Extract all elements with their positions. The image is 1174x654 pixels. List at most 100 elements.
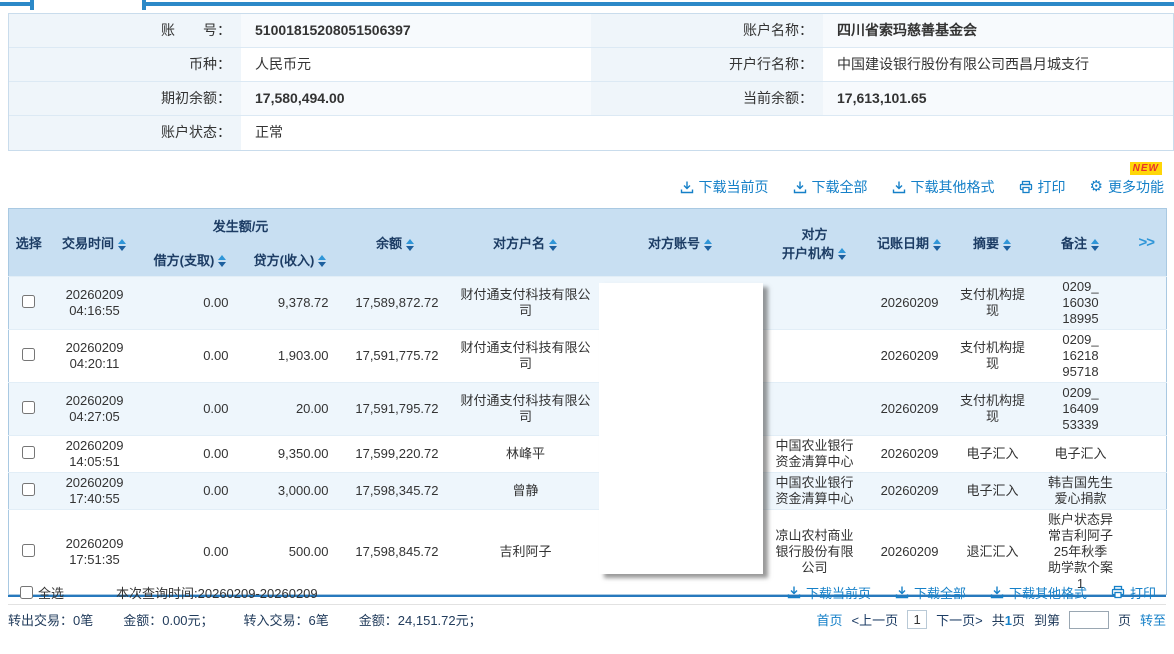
column-header-book-date[interactable]: 记账日期 xyxy=(869,209,951,277)
table-row: 2026020904:20:11 0.00 1,903.00 17,591,77… xyxy=(9,330,1167,383)
download-current-page-link[interactable]: 下载当前页 xyxy=(787,583,871,602)
sort-arrows-icon[interactable] xyxy=(118,239,127,251)
query-time: 本次查询时间:20260209-20260209 xyxy=(116,583,318,602)
outgoing-amount: 金额：0.00元； xyxy=(123,610,213,629)
printer-icon xyxy=(1111,585,1125,599)
download-current-page-link[interactable]: 下载当前页 xyxy=(680,177,769,197)
table-row: 2026020914:05:51 0.00 9,350.00 17,599,22… xyxy=(9,436,1167,473)
tab-strip xyxy=(0,0,1174,10)
download-all-link[interactable]: 下载全部 xyxy=(793,177,868,197)
column-header-summary[interactable]: 摘要 xyxy=(951,209,1035,277)
column-header-time[interactable]: 交易时间 xyxy=(49,209,141,277)
sort-arrows-icon[interactable] xyxy=(838,248,847,260)
select-all-checkbox[interactable] xyxy=(20,586,33,599)
account-info-row: 期初余额： 17,580,494.00 当前余额： 17,613,101.65 xyxy=(9,82,1173,116)
column-header-remark[interactable]: 备注 xyxy=(1035,209,1127,277)
sort-arrows-icon[interactable] xyxy=(406,239,415,251)
sort-arrows-icon[interactable] xyxy=(1003,239,1012,251)
account-info-row: 账户状态： 正常 xyxy=(9,116,1173,150)
table-row: 2026020917:40:55 0.00 3,000.00 17,598,34… xyxy=(9,473,1167,510)
goto-page-input[interactable] xyxy=(1069,611,1109,629)
account-status-value: 正常 xyxy=(241,116,591,150)
column-header-counter-bank[interactable]: 对方 开户机构 xyxy=(761,209,869,277)
account-info-row: 币种： 人民币元 开户行名称： 中国建设银行股份有限公司西昌月城支行 xyxy=(9,48,1173,82)
opening-balance-value: 17,580,494.00 xyxy=(241,82,591,115)
column-header-amount-group: 发生额/元 xyxy=(141,209,341,243)
gear-icon: ⚙ xyxy=(1090,180,1103,194)
sort-arrows-icon[interactable] xyxy=(549,239,558,251)
empty-cell xyxy=(591,116,1173,150)
new-badge: NEW xyxy=(1130,162,1162,175)
incoming-amount: 金额：24,151.72元； xyxy=(359,610,482,629)
download-all-link[interactable]: 下载全部 xyxy=(895,583,966,602)
outgoing-count: 转出交易：0笔 xyxy=(8,610,93,629)
print-link[interactable]: 打印 xyxy=(1019,177,1066,197)
banking-transaction-page: 账 号： 51001815208051506397 账户名称： 四川省索玛慈善基… xyxy=(0,0,1174,654)
account-number-label: 账 号： xyxy=(9,14,241,47)
print-link[interactable]: 打印 xyxy=(1111,583,1156,602)
total-pages: 共1页 xyxy=(992,610,1025,629)
pagination: 首页 <上一页 1 下一页> 共1页 到第 页 转至 xyxy=(816,610,1166,629)
download-icon xyxy=(892,180,906,194)
sort-arrows-icon[interactable] xyxy=(704,239,713,251)
column-header-counter-account[interactable]: 对方账号 xyxy=(601,209,761,277)
table-row: 2026020904:27:05 0.00 20.00 17,591,795.7… xyxy=(9,383,1167,436)
expand-columns-button[interactable]: >> xyxy=(1127,209,1167,277)
column-header-credit[interactable]: 贷方(收入) xyxy=(241,243,341,277)
current-balance-label: 当前余额： xyxy=(591,82,823,115)
currency-label: 币种： xyxy=(9,48,241,81)
currency-value: 人民币元 xyxy=(241,48,591,81)
download-icon xyxy=(793,180,807,194)
download-icon xyxy=(990,585,1004,599)
goto-label: 到第 xyxy=(1034,610,1060,629)
column-header-counter-name[interactable]: 对方户名 xyxy=(451,209,601,277)
select-all-label: 全选 xyxy=(38,583,64,602)
goto-button[interactable]: 转至 xyxy=(1140,610,1166,629)
column-header-select: 选择 xyxy=(9,209,49,277)
account-name-value: 四川省索玛慈善基金会 xyxy=(823,14,1173,47)
incoming-count: 转入交易：6笔 xyxy=(244,610,329,629)
first-page-link[interactable]: 首页 xyxy=(816,610,842,629)
account-number-value: 51001815208051506397 xyxy=(241,14,591,47)
opening-balance-label: 期初余额： xyxy=(9,82,241,115)
printer-icon xyxy=(1019,180,1033,194)
row-checkbox[interactable] xyxy=(22,348,35,361)
account-info-row: 账 号： 51001815208051506397 账户名称： 四川省索玛慈善基… xyxy=(9,14,1173,48)
download-icon xyxy=(680,180,694,194)
column-header-debit[interactable]: 借方(支取) xyxy=(141,243,241,277)
bank-branch-label: 开户行名称： xyxy=(591,48,823,81)
transaction-table: 选择 交易时间 发生额/元 余额 对方户名 对方账号 对方 开户机构 记账日期 … xyxy=(8,208,1167,595)
account-info-panel: 账 号： 51001815208051506397 账户名称： 四川省索玛慈善基… xyxy=(8,13,1174,151)
redaction-overlay xyxy=(599,283,763,574)
summary-bar: 转出交易：0笔 金额：0.00元； 转入交易：6笔 金额：24,151.72元；… xyxy=(8,610,1166,629)
bank-branch-value: 中国建设银行股份有限公司西昌月城支行 xyxy=(823,48,1173,81)
download-other-format-link[interactable]: 下载其他格式 xyxy=(990,583,1087,602)
download-icon xyxy=(895,585,909,599)
current-balance-value: 17,613,101.65 xyxy=(823,82,1173,115)
active-tab[interactable] xyxy=(30,0,146,10)
toolbar: 下载当前页 下载全部 下载其他格式 打印 NEW ⚙ 更多功能 xyxy=(8,162,1164,204)
column-header-balance[interactable]: 余额 xyxy=(341,209,451,277)
table-row: 2026020904:16:55 0.00 9,378.72 17,589,87… xyxy=(9,277,1167,330)
double-chevron-icon: >> xyxy=(1138,234,1154,251)
next-page-link[interactable]: 下一页> xyxy=(936,610,983,629)
list-footer: 全选 本次查询时间:20260209-20260209 下载当前页 下载全部 下… xyxy=(8,580,1166,605)
sort-arrows-icon[interactable] xyxy=(218,255,227,267)
transaction-table-wrap: 选择 交易时间 发生额/元 余额 对方户名 对方账号 对方 开户机构 记账日期 … xyxy=(8,208,1166,597)
prev-page-link[interactable]: <上一页 xyxy=(852,610,899,629)
row-checkbox[interactable] xyxy=(22,295,35,308)
download-other-format-link[interactable]: 下载其他格式 xyxy=(892,177,995,197)
sort-arrows-icon[interactable] xyxy=(1091,239,1100,251)
current-page-indicator: 1 xyxy=(907,610,927,629)
download-icon xyxy=(787,585,801,599)
account-name-label: 账户名称： xyxy=(591,14,823,47)
row-checkbox[interactable] xyxy=(22,446,35,459)
tab-strip-line xyxy=(0,2,1174,6)
row-checkbox[interactable] xyxy=(22,544,35,557)
sort-arrows-icon[interactable] xyxy=(933,239,942,251)
more-functions-link[interactable]: NEW ⚙ 更多功能 xyxy=(1090,177,1164,197)
row-checkbox[interactable] xyxy=(22,401,35,414)
goto-unit: 页 xyxy=(1118,610,1131,629)
sort-arrows-icon[interactable] xyxy=(318,255,327,267)
row-checkbox[interactable] xyxy=(22,483,35,496)
